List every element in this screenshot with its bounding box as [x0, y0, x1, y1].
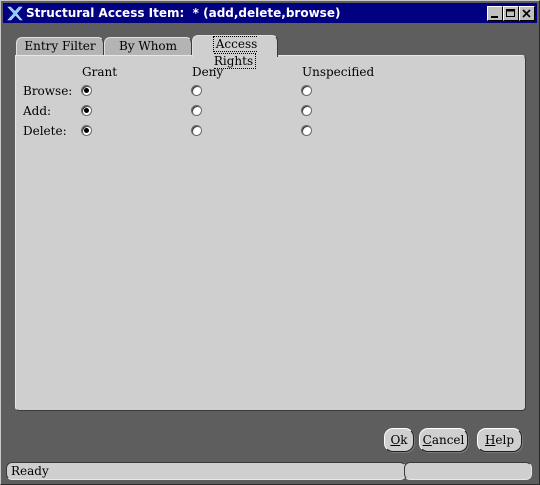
- cancel-label-rest: ancel: [431, 433, 465, 447]
- status-secondary-field: [404, 462, 532, 480]
- minimize-icon: [491, 16, 498, 18]
- tab-by-whom-label: By Whom: [118, 39, 178, 53]
- title-bar[interactable]: Structural Access Item: * (add,delete,br…: [3, 3, 537, 23]
- delete-unspecified-radio[interactable]: [301, 125, 312, 136]
- radio-selected-dot: [84, 88, 89, 93]
- browse-unspecified-radio[interactable]: [301, 85, 312, 96]
- delete-grant-radio[interactable]: [81, 125, 92, 136]
- add-unspecified-radio[interactable]: [301, 105, 312, 116]
- row-label-browse: Browse:: [23, 84, 73, 98]
- radio-selected-dot: [84, 128, 89, 133]
- ok-button[interactable]: Ok: [384, 428, 414, 452]
- close-icon: [522, 9, 531, 18]
- delete-deny-radio[interactable]: [191, 125, 202, 136]
- cancel-mnemonic: C: [422, 433, 432, 447]
- tab-entry-filter[interactable]: Entry Filter: [16, 37, 104, 56]
- maximize-button[interactable]: [503, 6, 519, 21]
- help-mnemonic: H: [484, 433, 496, 447]
- window-title: Structural Access Item: * (add,delete,br…: [26, 6, 341, 20]
- browse-deny-radio[interactable]: [191, 85, 202, 96]
- tab-entry-filter-label: Entry Filter: [24, 39, 96, 53]
- column-header-unspecified: Unspecified: [302, 65, 375, 79]
- x-app-icon: [7, 6, 23, 21]
- tab-access-rights-label: Access Rights: [212, 36, 258, 69]
- status-message: Ready: [6, 462, 406, 480]
- row-label-delete: Delete:: [23, 124, 67, 138]
- maximize-icon: [506, 9, 515, 17]
- add-grant-radio[interactable]: [81, 105, 92, 116]
- tab-by-whom[interactable]: By Whom: [104, 37, 192, 56]
- close-button[interactable]: [519, 6, 535, 21]
- minimize-button[interactable]: [487, 6, 503, 21]
- add-deny-radio[interactable]: [191, 105, 202, 116]
- help-button[interactable]: Help: [477, 428, 522, 452]
- ok-mnemonic: O: [390, 433, 401, 447]
- dialog-window: Structural Access Item: * (add,delete,br…: [0, 0, 540, 485]
- ok-label-rest: k: [400, 433, 408, 447]
- tab-access-rights[interactable]: Access Rights: [192, 35, 278, 69]
- browse-grant-radio[interactable]: [81, 85, 92, 96]
- access-rights-panel: Grant Deny Unspecified Browse: Add: Dele…: [15, 55, 526, 411]
- help-label-rest: elp: [495, 433, 515, 447]
- status-bar: Ready: [6, 462, 534, 480]
- row-label-add: Add:: [23, 104, 52, 118]
- radio-selected-dot: [84, 108, 89, 113]
- cancel-button[interactable]: Cancel: [419, 428, 468, 452]
- column-header-grant: Grant: [82, 65, 118, 79]
